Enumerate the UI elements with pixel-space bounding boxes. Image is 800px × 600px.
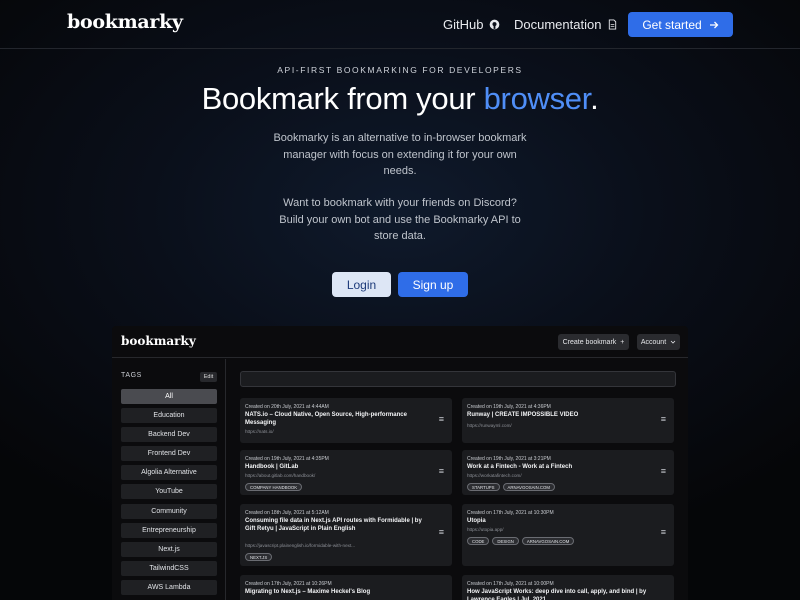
bookmark-card[interactable]: Created on 19th July, 2021 at 3:21PM Wor… [462,450,674,495]
card-menu-icon[interactable]: ≡ [661,467,666,476]
bookmark-date: Created on 17th July, 2021 at 10:26PM [245,581,332,587]
tags-heading: TAGS [121,372,142,379]
bookmark-url[interactable]: https://about.gitlab.com/handbook/ [245,473,435,478]
hero-eyebrow: API-FIRST BOOKMARKING FOR DEVELOPERS [277,65,523,75]
bookmark-date: Created on 17th July, 2021 at 10:00PM [467,581,554,587]
github-link-label: GitHub [443,17,484,32]
bookmark-tag-chip[interactable]: CODE [467,537,490,545]
get-started-button[interactable]: Get started [628,12,733,37]
tag-algolia-alternative[interactable]: Algolia Alternative [121,465,217,481]
bookmark-title[interactable]: Handbook | GitLab [245,463,430,471]
get-started-label: Get started [642,17,702,32]
bookmark-card[interactable]: Created on 17th July, 2021 at 10:30PM Ut… [462,504,674,566]
headline-suffix: . [590,81,599,116]
tag-frontend-dev[interactable]: Frontend Dev [121,446,217,462]
tags-sidebar: TAGS Edit All Education Backend Dev Fron… [112,359,226,600]
bookmark-card[interactable]: Created on 18th July, 2021 at 5:12AM Con… [240,504,452,566]
bookmark-card[interactable]: Created on 19th July, 2021 at 4:35PM Han… [240,450,452,495]
tag-community[interactable]: Community [121,503,217,519]
brand-logo[interactable]: bookmarky [67,11,183,33]
tag-education[interactable]: Education [121,408,217,424]
tag-aws-lambda[interactable]: AWS Lambda [121,579,217,595]
card-menu-icon[interactable]: ≡ [661,415,666,424]
bookmark-date: Created on 19th July, 2021 at 4:35PM [245,456,329,462]
bookmark-url[interactable]: https://nats.io/ [245,429,435,434]
bookmark-url[interactable]: https://javascript.plainenglish.io/formi… [245,543,435,548]
tag-nextjs[interactable]: Next.js [121,541,217,557]
hero-headline: Bookmark from your browser. [0,81,800,117]
bookmark-title[interactable]: How JavaScript Works: deep dive into cal… [467,588,652,600]
bookmark-title[interactable]: Migrating to Next.js – Maxime Heckel's B… [245,588,430,596]
login-button[interactable]: Login [332,272,391,297]
bookmark-card[interactable]: Created on 20th July, 2021 at 4:44AM NAT… [240,398,452,443]
arrow-right-icon [709,21,719,28]
create-bookmark-button[interactable]: Create bookmark + [558,334,629,350]
hero-description-1: Bookmarky is an alternative to in-browse… [273,132,527,177]
bookmark-url[interactable]: https://runwayml.com/ [467,423,657,428]
github-icon [490,19,500,30]
app-preview: bookmarky Create bookmark + Account TAGS… [112,326,688,600]
bookmark-date: Created on 19th July, 2021 at 3:21PM [467,456,551,462]
bookmark-url[interactable]: https://utopia.app/ [467,527,657,532]
bookmark-tag-chip[interactable]: ARNAVGOSAIN.COM [521,537,575,545]
bookmark-date: Created on 17th July, 2021 at 10:30PM [467,510,554,516]
documentation-link[interactable]: Documentation [514,17,618,32]
signup-button[interactable]: Sign up [398,272,468,297]
headline-prefix: Bookmark from your [201,81,484,116]
bookmark-tags: COMPANY HANDBOOK [245,483,303,491]
bookmark-tags: STARTUPS ARNAVGOSAIN.COM [467,483,555,491]
bookmark-tag-chip[interactable]: COMPANY HANDBOOK [245,483,303,491]
app-brand-logo[interactable]: bookmarky [121,334,196,348]
bookmark-tag-chip[interactable]: DESIGN [492,537,519,545]
bookmark-card[interactable]: Created on 17th July, 2021 at 10:00PM Ho… [462,575,674,600]
bookmark-title[interactable]: Utopia [467,517,652,525]
bookmark-tags: NEXT.JS [245,553,273,561]
bookmark-tag-chip[interactable]: STARTUPS [467,483,500,491]
create-bookmark-label: Create bookmark [562,338,617,346]
hero-description-2: Want to bookmark with your friends on Di… [279,197,521,242]
edit-tags-button[interactable]: Edit [200,372,217,382]
chevron-down-icon [670,340,676,344]
bookmark-tag-chip[interactable]: ARNAVGOSAIN.COM [502,483,555,491]
plus-icon: + [620,338,625,346]
document-icon [609,19,617,30]
bookmark-card[interactable]: Created on 19th July, 2021 at 4:36PM Run… [462,398,674,443]
bookmark-tag-chip[interactable]: NEXT.JS [245,553,273,561]
documentation-link-label: Documentation [514,17,602,32]
bookmark-title[interactable]: Runway | CREATE IMPOSSIBLE VIDEO [467,411,652,419]
bookmark-url[interactable]: https://workatafintech.com/ [467,473,657,478]
bookmark-search-input[interactable] [240,371,676,387]
github-link[interactable]: GitHub [443,17,500,32]
bookmark-card[interactable]: Created on 17th July, 2021 at 10:26PM Mi… [240,575,452,600]
bookmark-date: Created on 20th July, 2021 at 4:44AM [245,404,329,410]
tag-youtube[interactable]: YouTube [121,484,217,500]
bookmark-title[interactable]: Work at a Fintech - Work at a Fintech [467,463,652,471]
bookmark-title[interactable]: NATS.io – Cloud Native, Open Source, Hig… [245,411,430,427]
account-menu-button[interactable]: Account [637,334,680,350]
card-menu-icon[interactable]: ≡ [661,528,666,537]
top-navbar: bookmarky GitHub Documentation Get start… [0,0,800,49]
headline-accent: browser [483,81,591,116]
tag-backend-dev[interactable]: Backend Dev [121,427,217,443]
bookmark-tags: CODE DESIGN ARNAVGOSAIN.COM [467,537,575,545]
app-header: bookmarky Create bookmark + Account [112,326,688,358]
bookmark-date: Created on 19th July, 2021 at 4:36PM [467,404,551,410]
account-label: Account [640,338,667,346]
bookmark-title[interactable]: Consuming file data in Next.js API route… [245,517,430,533]
card-menu-icon[interactable]: ≡ [439,415,444,424]
tag-tailwindcss[interactable]: TailwindCSS [121,560,217,576]
bookmark-date: Created on 18th July, 2021 at 5:12AM [245,510,329,516]
tag-all[interactable]: All [121,389,217,404]
tag-list: All Education Backend Dev Frontend Dev A… [121,389,217,599]
tag-entrepreneurship[interactable]: Entrepreneurship [121,522,217,538]
card-menu-icon[interactable]: ≡ [439,528,444,537]
card-menu-icon[interactable]: ≡ [439,467,444,476]
